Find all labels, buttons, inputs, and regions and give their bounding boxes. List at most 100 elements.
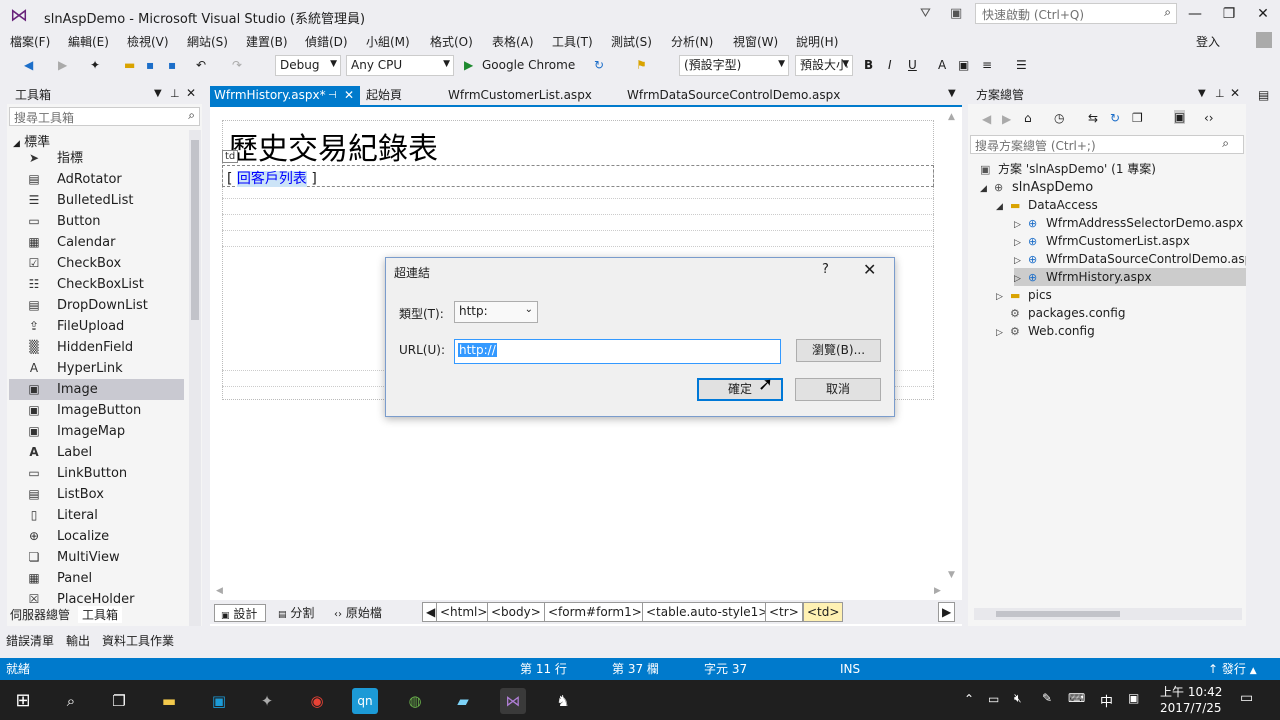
qn-app-icon[interactable]: qn [352,688,378,714]
chrome-icon[interactable]: ◉ [304,688,330,714]
tree-project[interactable]: ◢ ⊕ slnAspDemo [980,178,1093,196]
scrollbar-thumb[interactable] [996,611,1120,617]
tree-folder-dataaccess[interactable]: ◢ ▬ DataAccess [996,196,1098,214]
close-icon[interactable]: ✕ [344,86,354,105]
notes-app-icon[interactable]: ▰ [450,688,476,714]
tab-wfrmdatasourcecontroldemo[interactable]: WfrmDataSourceControlDemo.aspx [623,86,840,105]
tree-file[interactable]: ▷ ⊕ WfrmDataSourceControlDemo.aspx [1014,250,1246,268]
feedback-icon[interactable]: ▣ [950,6,962,21]
list-icon[interactable]: ☰ [1016,56,1027,74]
table-cell[interactable]: [ 回客戶列表 ] [222,165,934,187]
refresh-icon[interactable]: ↻ [1110,111,1120,125]
toolbox-item-panel[interactable]: ▦ Panel [9,568,184,589]
chevron-down-icon[interactable]: ▼ [1198,88,1206,99]
network-icon[interactable]: ▭ [988,692,999,706]
design-view-tab[interactable]: ▣ 設計 [214,604,266,622]
menu-team[interactable]: 小組(M) [366,33,410,50]
tree-file-selected[interactable]: ▷ ⊕ WfrmHistory.aspx [1014,268,1246,286]
tree-file[interactable]: ▷ ⊕ WfrmCustomerList.aspx [1014,232,1190,250]
tab-start-page[interactable]: 起始頁 [362,86,402,105]
pin-icon[interactable]: ⊥ [170,87,180,100]
solution-search-input[interactable]: 搜尋方案總管 (Ctrl+;) ⌕ [970,135,1244,154]
toolbox-item-checkboxlist[interactable]: ☷ CheckBoxList [9,274,184,295]
ime-mode-icon[interactable]: ▣ [1128,691,1139,705]
close-icon[interactable]: ✕ [1230,86,1240,100]
history-icon[interactable]: ◷ [1054,111,1064,125]
redo-icon[interactable]: ↷ [232,56,242,74]
breadcrumb-td[interactable]: <td> [803,602,844,622]
breadcrumb-nav-right[interactable]: ▶ [938,602,956,622]
dialog-close-button[interactable]: ✕ [863,260,876,279]
platform-select[interactable]: Any CPU ▼ [346,55,454,76]
toolbox-item-image[interactable]: ▣ Image [9,379,184,400]
back-to-customer-list-link[interactable]: 回客戶列表 [236,171,307,187]
tree-folder-pics[interactable]: ▷ ▬ pics [996,286,1052,304]
filter-icon[interactable]: ⛛ [920,6,931,21]
breadcrumb-form[interactable]: <form#form1> [544,602,646,622]
data-tools-tab[interactable]: 資料工具作業 [102,632,174,649]
volume-icon[interactable]: 🔇︎ [1014,691,1022,706]
toolbox-item-bulletedlist[interactable]: ☰ BulletedList [9,190,184,211]
tab-overflow-icon[interactable]: ▼ [948,88,956,99]
start-button-icon[interactable]: ⊞ [10,688,36,714]
store-icon[interactable]: ▣ [206,688,232,714]
toolbox-item-listbox[interactable]: ▤ ListBox [9,484,184,505]
app-green-icon[interactable]: ◍ [402,688,428,714]
search-icon[interactable]: ⌕ [58,688,84,714]
solution-hscrollbar[interactable] [974,608,1242,620]
menu-table[interactable]: 表格(A) [492,33,534,50]
notification-icon[interactable]: ▭ [1240,690,1253,706]
breadcrumb-table[interactable]: <table.auto-style1> [642,602,773,622]
breadcrumb-tr[interactable]: <tr> [765,602,803,622]
task-view-icon[interactable]: ❐ [106,688,132,714]
split-view-tab[interactable]: ▤ 分割 [278,604,314,622]
toolbox-item-localize[interactable]: ⊕ Localize [9,526,184,547]
toolbox-item-calendar[interactable]: ▦ Calendar [9,232,184,253]
file-explorer-icon[interactable]: ▬ [156,688,182,714]
toolbox-item-adrotator[interactable]: ▤ AdRotator [9,169,184,190]
config-select[interactable]: Debug ▼ [275,55,341,76]
sync-icon[interactable]: ⇆ [1088,111,1098,125]
menu-edit[interactable]: 編輯(E) [68,33,109,50]
tab-wfrmcustomerlist[interactable]: WfrmCustomerList.aspx [444,86,592,105]
close-icon[interactable]: ✕ [186,86,196,100]
underline-icon[interactable]: U [908,56,917,74]
toolbox-scrollbar[interactable] [189,130,201,626]
home-icon[interactable]: ⌂ [1024,111,1032,125]
toolbox-item-pointer[interactable]: ➤ 指標 [9,148,184,169]
toolbox-item-linkbutton[interactable]: ▭ LinkButton [9,463,184,484]
app-ninja-icon[interactable]: ♞ [550,688,576,714]
back-icon[interactable]: ◀ [982,112,991,126]
browse-button[interactable]: 瀏覽(B)... [796,339,881,362]
toolbox-item-dropdownlist[interactable]: ▤ DropDownList [9,295,184,316]
run-browser-button[interactable]: Google Chrome [482,56,575,74]
menu-build[interactable]: 建置(B) [246,33,288,50]
new-project-icon[interactable]: ✦ [90,56,100,74]
error-list-tab[interactable]: 錯誤清單 [6,632,54,649]
highlight-icon[interactable]: ▣ [958,56,969,74]
clock-date[interactable]: 2017/7/25 [1160,701,1222,715]
menu-help[interactable]: 說明(H) [796,33,838,50]
toolbox-item-literal[interactable]: ▯ Literal [9,505,184,526]
toolbox-item-label[interactable]: A Label [9,442,184,463]
cancel-button[interactable]: 取消 [795,378,881,401]
pin-icon[interactable]: ⊣ [328,86,337,105]
url-input[interactable]: http:// [454,339,781,364]
scroll-right-icon[interactable]: ▶ [934,586,941,596]
play-icon[interactable]: ▶ [464,56,473,74]
restore-button[interactable]: ❐ [1214,4,1244,24]
quick-launch-input[interactable]: 快速啟動 (Ctrl+Q) ⌕ [975,3,1177,24]
forward-icon[interactable]: ▶ [58,56,67,74]
breadcrumb-html[interactable]: <html> [436,602,492,622]
scroll-down-icon[interactable]: ▼ [948,570,955,580]
align-icon[interactable]: ≡ [982,56,992,74]
back-icon[interactable]: ◀ [24,56,33,74]
save-icon[interactable]: ▪ [146,56,154,74]
toolbox-tab[interactable]: 工具箱 [78,606,123,623]
scroll-left-icon[interactable]: ◀ [216,586,223,596]
show-all-files-icon[interactable]: ▣ [1174,110,1186,124]
menu-analyze[interactable]: 分析(N) [671,33,713,50]
help-button[interactable]: ? [822,262,829,277]
visual-studio-taskbar-icon[interactable]: ⋈ [500,688,526,714]
ime-indicator[interactable]: 中 [1100,691,1113,710]
